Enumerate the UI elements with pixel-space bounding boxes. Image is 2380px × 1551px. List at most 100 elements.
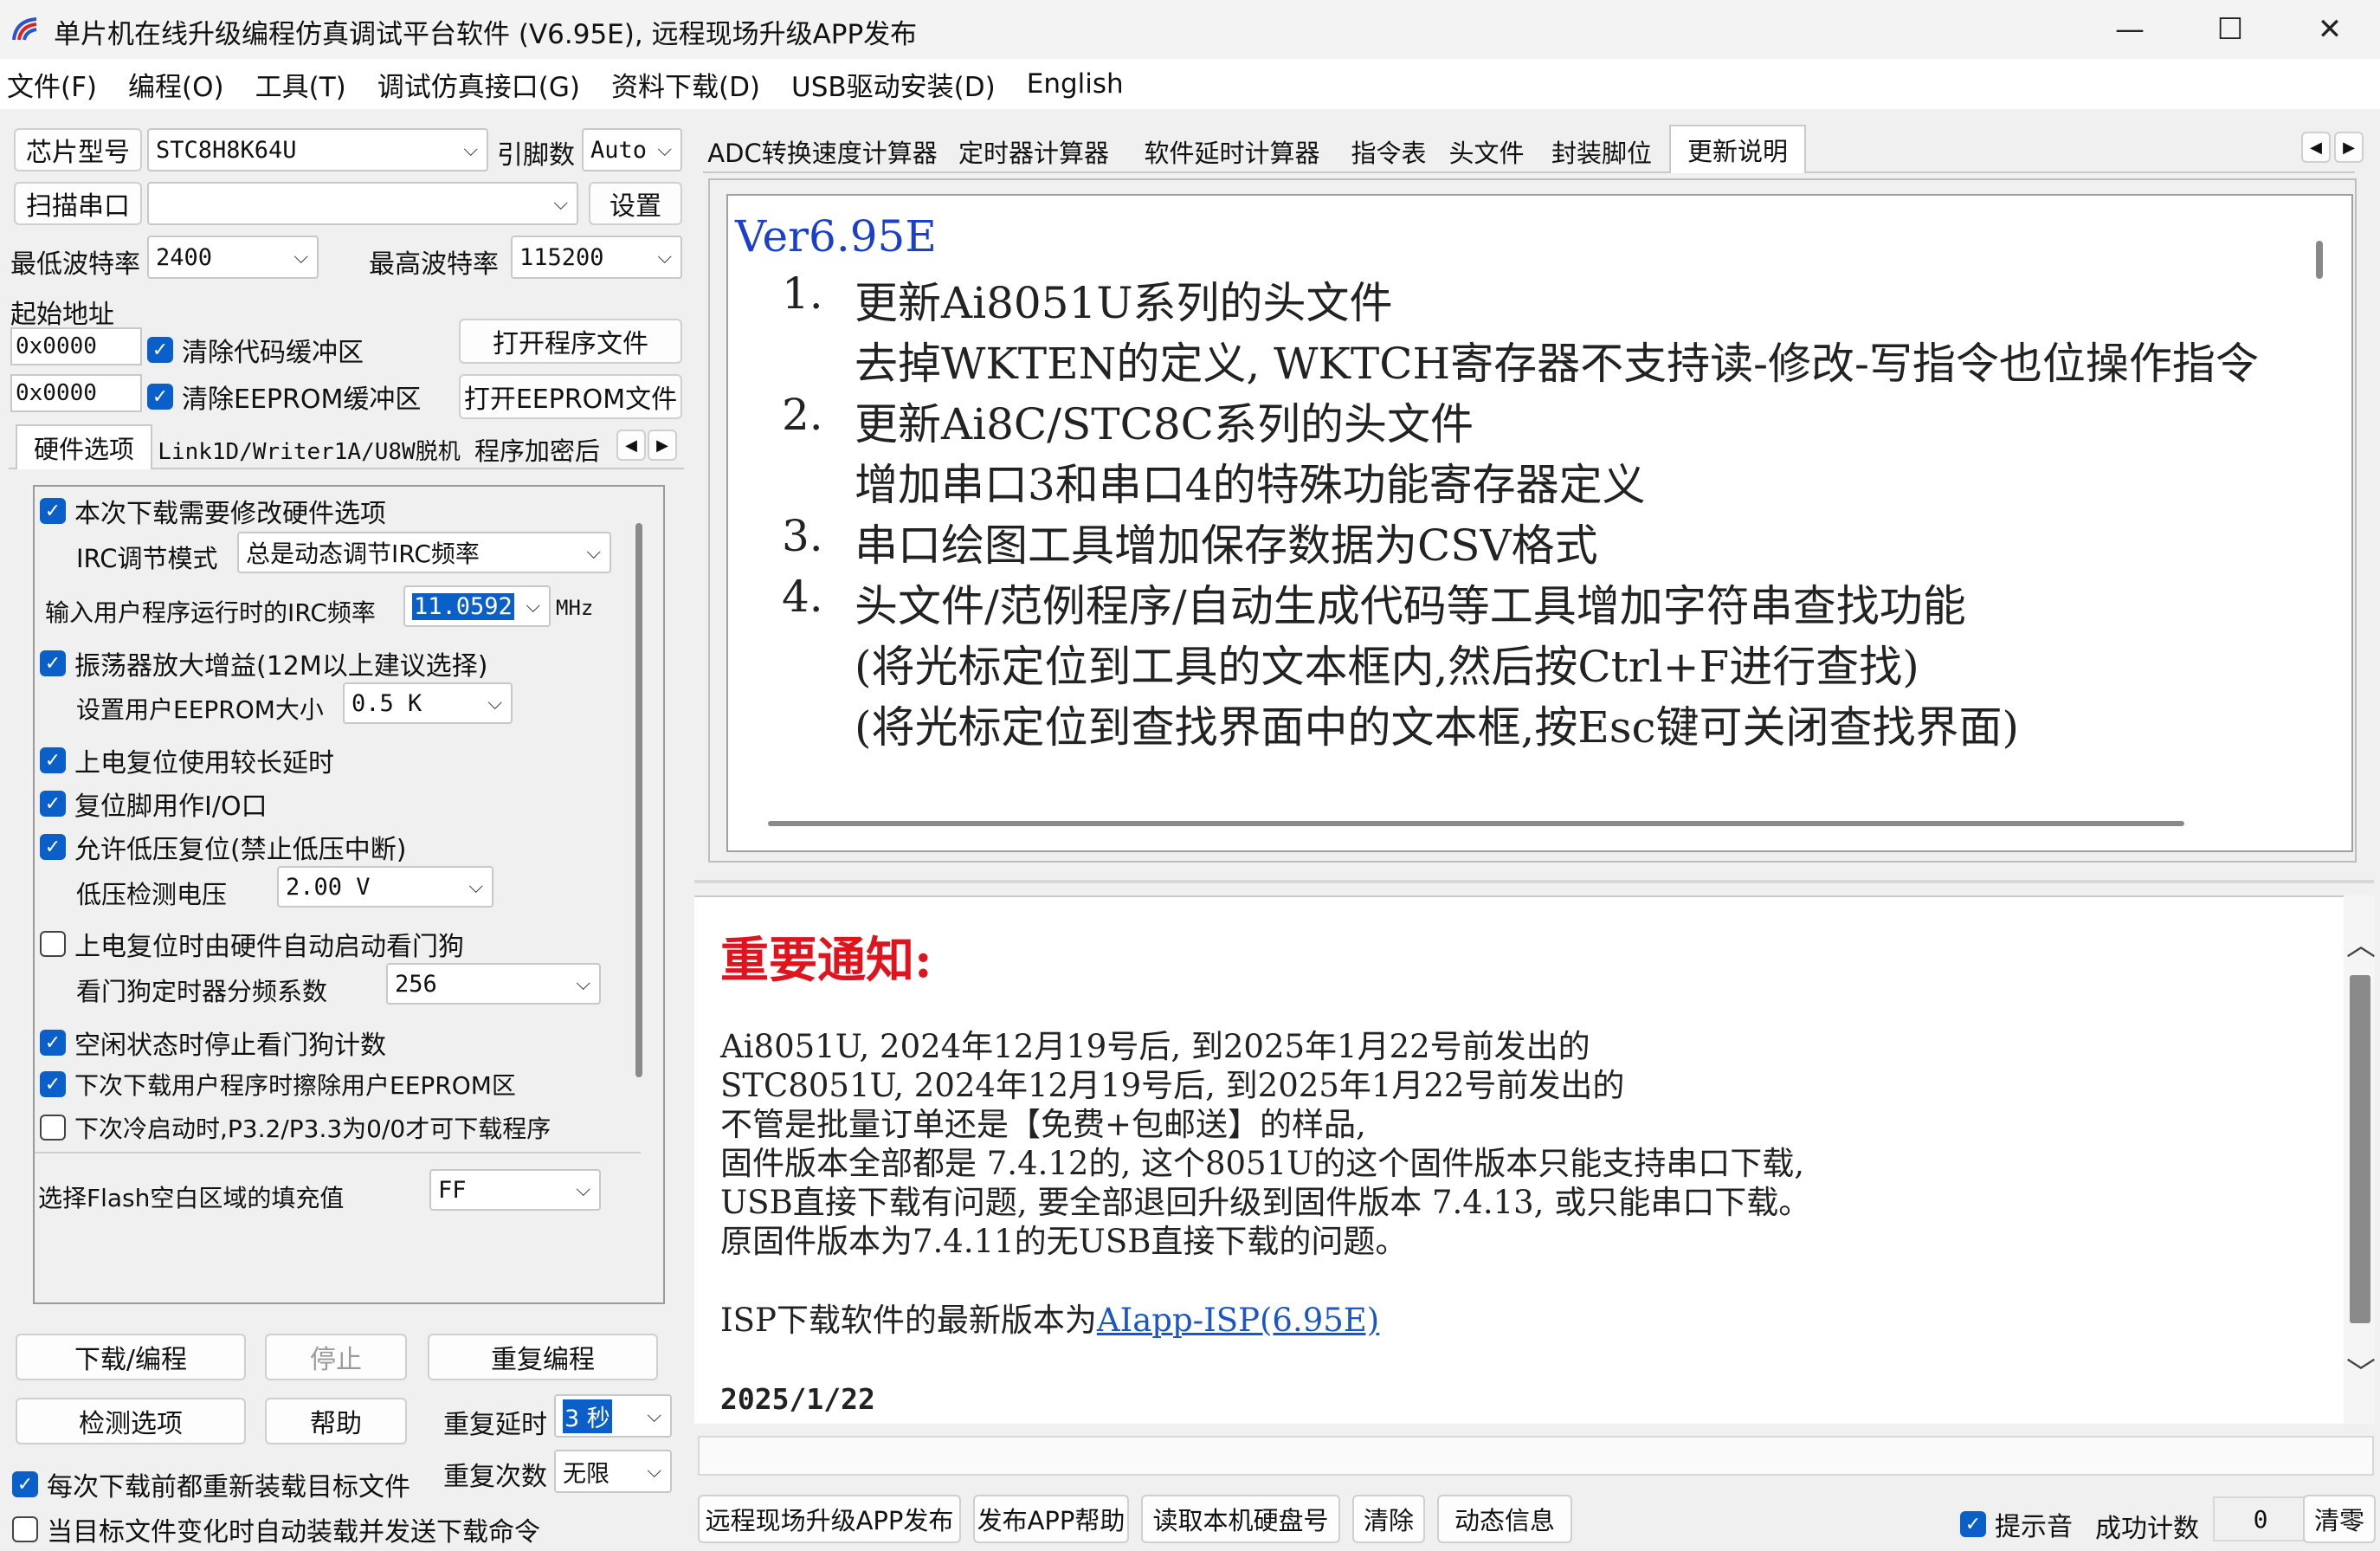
read-disk-id-button[interactable]: 读取本机硬盘号 bbox=[1141, 1495, 1340, 1543]
flash-fill-label: 选择Flash空白区域的填充值 bbox=[38, 1184, 345, 1212]
isp-download-link[interactable]: AIapp-ISP(6.95E) bbox=[1097, 1302, 1379, 1339]
check-options-button[interactable]: 检测选项 bbox=[16, 1398, 246, 1444]
tab-offline-writer[interactable]: Link1D/Writer1A/U8W脱机 bbox=[154, 430, 464, 469]
tab-timer-calculator[interactable]: 定时器计算器 bbox=[949, 132, 1119, 171]
wdt-idle-checkbox[interactable]: ✓ 空闲状态时停止看门狗计数 bbox=[40, 1024, 386, 1062]
change-line: 串口绘图工具增加保存数据为CSV格式 bbox=[855, 520, 1598, 571]
repeat-program-button[interactable]: 重复编程 bbox=[428, 1334, 658, 1380]
minimize-button[interactable]: — bbox=[2080, 0, 2180, 59]
max-baud-select[interactable]: 115200 ⌵ bbox=[511, 236, 682, 279]
chevron-down-icon: ⌵ bbox=[647, 1460, 661, 1483]
scrollbar-thumb[interactable] bbox=[2316, 241, 2323, 279]
horizontal-scrollbar-thumb[interactable] bbox=[768, 821, 2184, 826]
flash-fill-select[interactable]: FF ⌵ bbox=[429, 1169, 601, 1211]
checkmark-icon: ✓ bbox=[40, 1030, 66, 1056]
menu-downloads[interactable]: 资料下载(D) bbox=[596, 65, 776, 104]
tab-scroll-right-icon[interactable]: ▶ bbox=[2334, 132, 2364, 163]
clear-button[interactable]: 清除 bbox=[1352, 1495, 1425, 1543]
wdt-divider-label: 看门狗定时器分频系数 bbox=[76, 977, 328, 1006]
tab-instruction-table[interactable]: 指令表 bbox=[1344, 132, 1434, 171]
download-program-button[interactable]: 下载/编程 bbox=[16, 1334, 246, 1380]
checkmark-icon: ✓ bbox=[1960, 1511, 1986, 1537]
wdt-divider-select[interactable]: 256 ⌵ bbox=[386, 963, 601, 1005]
erase-eeprom-checkbox[interactable]: ✓ 下次下载用户程序时擦除用户EEPROM区 bbox=[40, 1067, 516, 1102]
menu-debug[interactable]: 调试仿真接口(G) bbox=[362, 65, 596, 104]
help-button[interactable]: 帮助 bbox=[265, 1398, 407, 1444]
version-title: Ver6.95E bbox=[735, 211, 937, 262]
scrollbar-thumb[interactable] bbox=[2350, 975, 2370, 1323]
tab-scroll-left-icon[interactable]: ◀ bbox=[2301, 132, 2331, 163]
menu-program[interactable]: 编程(O) bbox=[113, 65, 240, 104]
pins-select[interactable]: Auto ⌵ bbox=[582, 128, 682, 171]
reset-count-button[interactable]: 清零 bbox=[2303, 1495, 2376, 1543]
remote-upgrade-button[interactable]: 远程现场升级APP发布 bbox=[698, 1495, 961, 1543]
menu-tools[interactable]: 工具(T) bbox=[240, 65, 362, 104]
menu-file[interactable]: 文件(F) bbox=[0, 65, 113, 104]
repeat-count-select[interactable]: 无限 ⌵ bbox=[554, 1450, 672, 1493]
eeprom-size-select[interactable]: 0.5 K ⌵ bbox=[343, 682, 513, 724]
change-line: (将光标定位到查找界面中的文本框,按Esc键可关闭查找界面) bbox=[855, 702, 2020, 753]
chevron-down-icon: ⌵ bbox=[553, 192, 568, 215]
lvd-select[interactable]: 2.00 V ⌵ bbox=[277, 866, 493, 908]
clear-code-checkbox[interactable]: ✓ 清除代码缓冲区 bbox=[147, 331, 364, 369]
checkmark-icon: ✓ bbox=[12, 1471, 38, 1497]
por-delay-checkbox[interactable]: ✓ 上电复位使用较长延时 bbox=[40, 741, 334, 779]
change-line: 更新Ai8C/STC8C系列的头文件 bbox=[855, 399, 1474, 449]
change-num: 1. bbox=[782, 268, 823, 319]
scan-port-button[interactable]: 扫描串口 bbox=[14, 182, 142, 225]
lvd-label: 低压检测电压 bbox=[76, 880, 228, 909]
tab-scroll-right-icon[interactable]: ▶ bbox=[648, 430, 677, 461]
splitter[interactable] bbox=[694, 880, 2374, 883]
auto-reload-checkbox[interactable]: 当目标文件变化时自动装载并发送下载命令 bbox=[12, 1510, 540, 1548]
chip-type-button[interactable]: 芯片型号 bbox=[14, 128, 142, 171]
repeat-count-label: 重复次数 bbox=[443, 1462, 547, 1492]
change-line: 更新Ai8051U系列的头文件 bbox=[855, 278, 1393, 328]
eeprom-address-input[interactable]: 0x0000 bbox=[10, 374, 142, 412]
tab-scroll-left-icon[interactable]: ◀ bbox=[616, 430, 646, 461]
settings-button[interactable]: 设置 bbox=[589, 182, 682, 225]
tab-delay-calculator[interactable]: 软件延时计算器 bbox=[1126, 132, 1338, 171]
cold-boot-checkbox[interactable]: 下次冷启动时,P3.2/P3.3为0/0才可下载程序 bbox=[40, 1110, 551, 1145]
tab-adc-calculator[interactable]: ADC转换速度计算器 bbox=[703, 132, 942, 171]
irc-mode-select[interactable]: 总是动态调节IRC频率 ⌵ bbox=[237, 532, 611, 573]
lvr-checkbox[interactable]: ✓ 允许低压复位(禁止低压中断) bbox=[40, 828, 406, 866]
min-baud-select[interactable]: 2400 ⌵ bbox=[147, 236, 319, 279]
irc-frequency-select[interactable]: 11.0592 ⌵ bbox=[403, 585, 551, 627]
tab-encryption[interactable]: 程序加密后 bbox=[474, 430, 616, 469]
reload-before-checkbox[interactable]: ✓ 每次下载前都重新装载目标文件 bbox=[12, 1465, 410, 1503]
stop-button[interactable]: 停止 bbox=[265, 1334, 407, 1380]
scroll-down-icon[interactable]: ﹀ bbox=[2346, 1349, 2376, 1392]
release-notes-text[interactable]: Ver6.95E 1. 更新Ai8051U系列的头文件 去掉WKTEN的定义, … bbox=[726, 194, 2353, 852]
dynamic-info-button[interactable]: 动态信息 bbox=[1437, 1495, 1572, 1543]
irc-frequency-label: 输入用户程序运行时的IRC频率 bbox=[45, 598, 376, 627]
open-program-file-button[interactable]: 打开程序文件 bbox=[459, 319, 682, 364]
notice-panel[interactable]: 重要通知: Ai8051U, 2024年12月19号后, 到2025年1月22号… bbox=[694, 895, 2344, 1424]
modify-hw-checkbox[interactable]: ✓ 本次下载需要修改硬件选项 bbox=[40, 492, 386, 530]
osc-gain-checkbox[interactable]: ✓ 振荡器放大增益(12M以上建议选择) bbox=[40, 644, 487, 682]
isp-version-line: ISP下载软件的最新版本为AIapp-ISP(6.95E) bbox=[720, 1302, 1380, 1339]
notice-date: 2025/1/22 bbox=[720, 1382, 875, 1416]
reset-io-checkbox[interactable]: ✓ 复位脚用作I/O口 bbox=[40, 785, 268, 823]
notice-title: 重要通知: bbox=[720, 932, 932, 989]
scrollbar-thumb[interactable] bbox=[635, 523, 642, 1077]
menu-english[interactable]: English bbox=[1011, 68, 1139, 100]
tab-header-files[interactable]: 头文件 bbox=[1439, 132, 1534, 171]
tab-release-notes[interactable]: 更新说明 bbox=[1669, 125, 1806, 173]
open-eeprom-file-button[interactable]: 打开EEPROM文件 bbox=[459, 374, 682, 419]
clear-eeprom-checkbox[interactable]: ✓ 清除EEPROM缓冲区 bbox=[147, 378, 421, 416]
tab-hardware-options[interactable]: 硬件选项 bbox=[16, 424, 152, 469]
scroll-up-icon[interactable]: ︿ bbox=[2346, 921, 2376, 964]
port-select[interactable]: ⌵ bbox=[147, 182, 578, 225]
maximize-button[interactable]: ☐ bbox=[2180, 0, 2280, 59]
checkmark-icon: ✓ bbox=[40, 747, 66, 773]
chip-type-select[interactable]: STC8H8K64U ⌵ bbox=[147, 128, 488, 171]
menu-usb-driver[interactable]: USB驱动安装(D) bbox=[776, 65, 1011, 104]
close-button[interactable]: ✕ bbox=[2280, 0, 2380, 59]
tab-package-pins[interactable]: 封装脚位 bbox=[1541, 132, 1662, 171]
publish-help-button[interactable]: 发布APP帮助 bbox=[973, 1495, 1129, 1543]
change-num: 3. bbox=[782, 511, 823, 561]
wdt-auto-checkbox[interactable]: 上电复位时由硬件自动启动看门狗 bbox=[40, 925, 464, 963]
beep-checkbox[interactable]: ✓ 提示音 bbox=[1960, 1505, 2073, 1543]
code-address-input[interactable]: 0x0000 bbox=[10, 327, 142, 365]
repeat-delay-select[interactable]: 3 秒 ⌵ bbox=[554, 1394, 672, 1438]
